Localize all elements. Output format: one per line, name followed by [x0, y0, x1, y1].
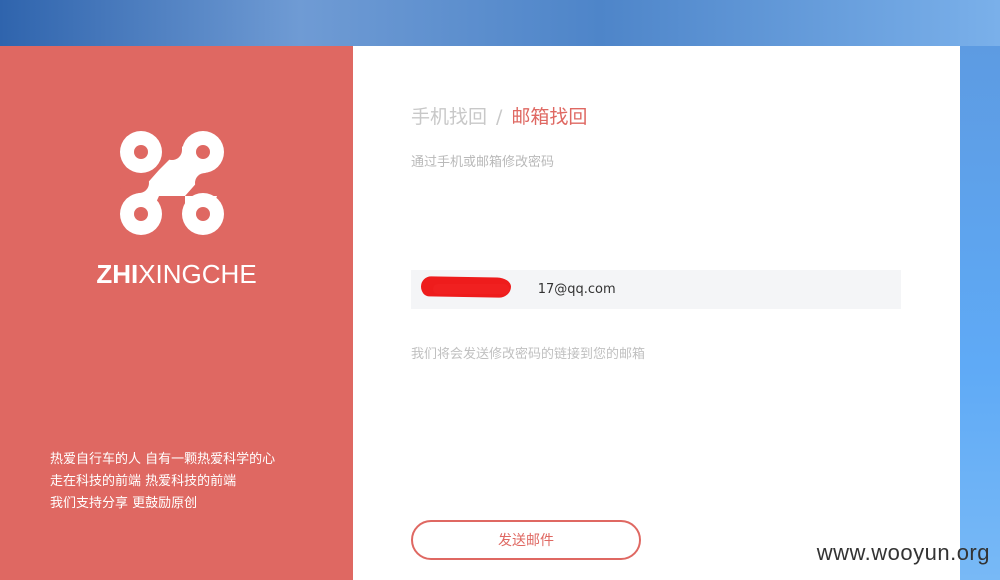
watermark: www.wooyun.org [816, 540, 990, 565]
send-email-button[interactable]: 发送邮件 [411, 520, 641, 560]
recovery-tabs: 手机找回 / 邮箱找回 [411, 102, 587, 129]
slogan-line: 热爱自行车的人 自有一颗热爱科学的心 [50, 452, 276, 467]
bike-chain-link-icon [119, 130, 225, 236]
background-top [0, 0, 1000, 46]
form-panel: 手机找回 / 邮箱找回 通过手机或邮箱修改密码 我们将会发送修改密码的链接到您的邮箱… [353, 46, 960, 580]
form-subtitle: 通过手机或邮箱修改密码 [411, 155, 555, 170]
tab-separator: / [496, 106, 503, 128]
tab-phone-recovery[interactable]: 手机找回 [411, 106, 487, 128]
brand-panel: ZHIXINGCHE 热爱自行车的人 自有一颗热爱科学的心 走在科技的前端 热爱… [0, 46, 353, 580]
email-input[interactable] [445, 282, 901, 297]
password-recovery-modal: ZHIXINGCHE 热爱自行车的人 自有一颗热爱科学的心 走在科技的前端 热爱… [0, 46, 960, 580]
redaction-mark [433, 284, 509, 294]
email-hint: 我们将会发送修改密码的链接到您的邮箱 [411, 347, 646, 362]
brand-name: ZHIXINGCHE [96, 259, 257, 289]
slogan-line: 走在科技的前端 热爱科技的前端 [50, 474, 237, 489]
slogan-line: 我们支持分享 更鼓励原创 [50, 496, 198, 511]
slogan: 热爱自行车的人 自有一颗热爱科学的心 走在科技的前端 热爱科技的前端 我们支持分… [50, 449, 275, 515]
tab-email-recovery[interactable]: 邮箱找回 [511, 106, 587, 128]
background-right [960, 46, 1000, 580]
